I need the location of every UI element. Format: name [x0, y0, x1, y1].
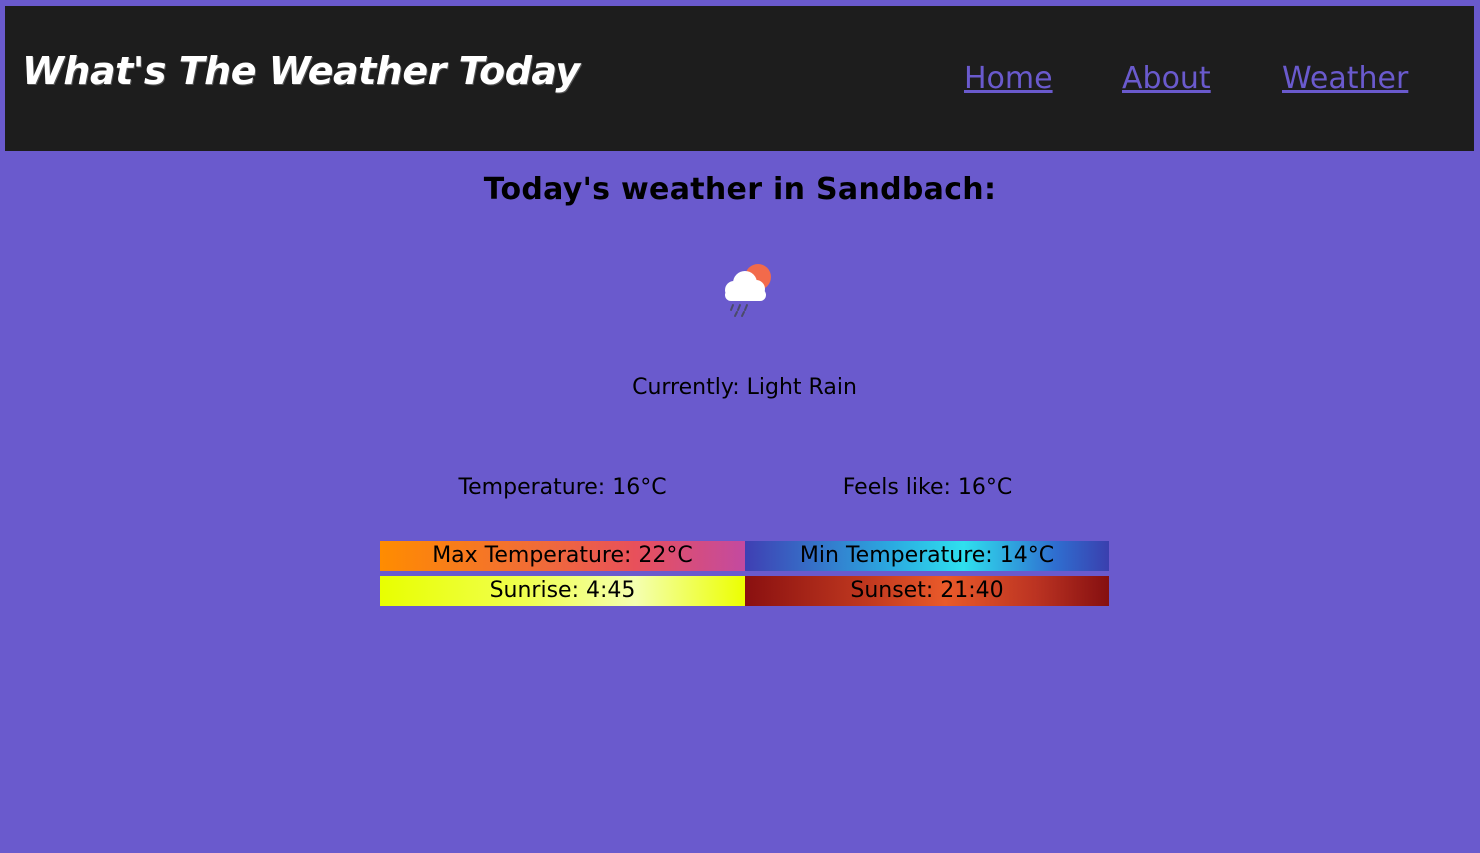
nav-weather-link[interactable]: Weather [1282, 61, 1408, 96]
main-nav: Home About Weather [5, 61, 1474, 101]
temperature-text: Temperature: 16°C [458, 475, 667, 500]
max-temperature-bar: Max Temperature: 22°C [380, 541, 745, 571]
header-bar: What's The Weather Today Home About Weat… [5, 6, 1474, 151]
nav-home-link[interactable]: Home [964, 61, 1053, 96]
nav-about-link[interactable]: About [1122, 61, 1211, 96]
sunset-bar: Sunset: 21:40 [745, 576, 1109, 606]
page-title: Today's weather in Sandbach: [483, 172, 997, 207]
cloud-rain-sun-icon [716, 260, 776, 320]
sunrise-bar: Sunrise: 4:45 [380, 576, 745, 606]
min-temperature-bar: Min Temperature: 14°C [745, 541, 1109, 571]
current-conditions: Currently: Light Rain [632, 375, 857, 400]
feels-like-text: Feels like: 16°C [842, 475, 1013, 500]
page: What's The Weather Today Home About Weat… [0, 0, 1480, 853]
